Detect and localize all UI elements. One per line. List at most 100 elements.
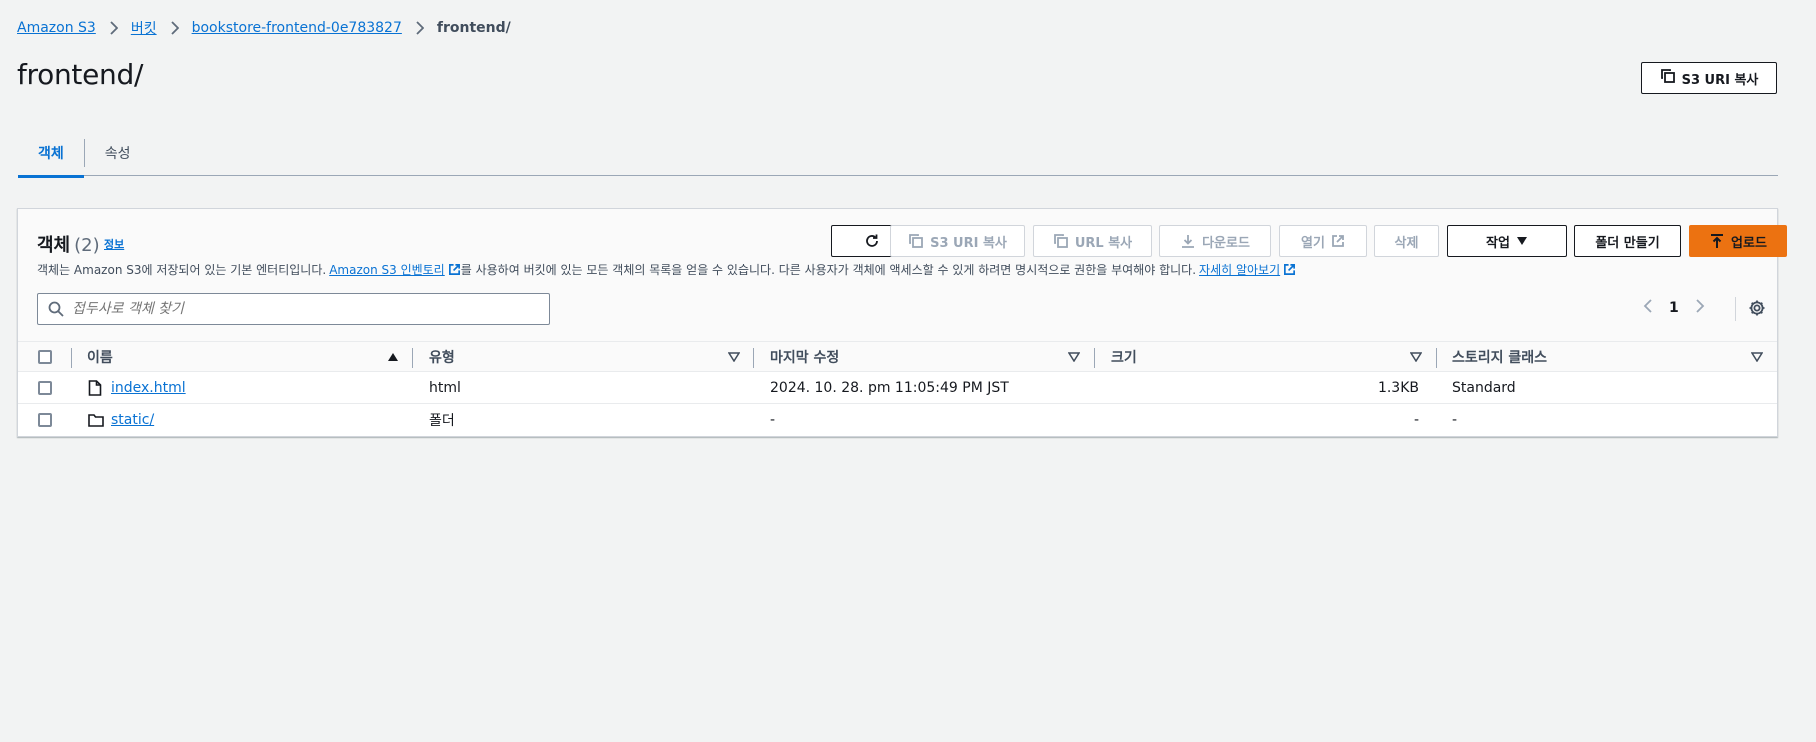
- download-label: 다운로드: [1202, 235, 1250, 251]
- chevron-right-icon: [109, 21, 118, 35]
- copy-icon: [1660, 68, 1676, 88]
- settings-gear-icon[interactable]: [1748, 299, 1766, 321]
- copy-url-label: URL 복사: [1074, 235, 1133, 251]
- inventory-link[interactable]: Amazon S3 인벤토리: [329, 261, 461, 278]
- actions-label: 작업: [1486, 235, 1510, 251]
- sort-icon[interactable]: [1751, 352, 1763, 362]
- next-page-icon[interactable]: [1695, 299, 1705, 317]
- breadcrumb-amazon-s3[interactable]: Amazon S3: [17, 20, 96, 36]
- upload-icon: [1711, 234, 1724, 248]
- select-all-checkbox[interactable]: [38, 342, 52, 371]
- open-label: 열기: [1301, 235, 1325, 251]
- column-divider[interactable]: [753, 348, 754, 368]
- chevron-right-icon: [170, 21, 179, 35]
- description-middle: 를 사용하여 버킷에 있는 모든 객체의 목록을 얻을 수 있습니다. 다른 사…: [460, 263, 1197, 277]
- row-checkbox[interactable]: [38, 372, 52, 403]
- chevron-right-icon: [415, 21, 424, 35]
- copy-s3-uri-label: S3 URI 복사: [930, 235, 1007, 251]
- breadcrumb: Amazon S3 버킷 bookstore-frontend-0e783827…: [17, 18, 511, 38]
- external-link-icon: [1284, 264, 1296, 275]
- object-last-modified: -: [770, 412, 776, 428]
- open-button[interactable]: 열기: [1279, 225, 1367, 257]
- table-row: index.html html 2024. 10. 28. pm 11:05:4…: [18, 372, 1777, 404]
- pagination: 1: [1643, 299, 1705, 317]
- download-icon: [1182, 235, 1195, 248]
- file-icon: [88, 372, 102, 403]
- objects-panel-header: 객체 (2) 정보 객체는 Amazon S3에 저장되어 있는 기본 엔터티입니…: [18, 209, 1787, 341]
- info-link[interactable]: 정보: [104, 236, 124, 252]
- search-icon: [48, 301, 64, 317]
- actions-dropdown-button[interactable]: 작업: [1447, 225, 1567, 257]
- object-name-link[interactable]: static/: [111, 412, 154, 428]
- delete-label: 삭제: [1394, 235, 1419, 251]
- sort-icon[interactable]: [1068, 352, 1080, 362]
- inventory-link-label: Amazon S3 인벤토리: [329, 263, 445, 277]
- page-title: frontend/: [17, 58, 144, 91]
- object-last-modified: 2024. 10. 28. pm 11:05:49 PM JST: [770, 379, 1009, 396]
- checkbox[interactable]: [38, 349, 52, 364]
- objects-count: (2): [74, 235, 100, 256]
- row-checkbox[interactable]: [38, 404, 52, 436]
- tab-properties-label: 속성: [104, 146, 131, 162]
- copy-s3-uri-button[interactable]: S3 URI 복사: [890, 225, 1025, 257]
- external-link-icon: [448, 264, 460, 275]
- checkbox[interactable]: [38, 380, 52, 395]
- sort-ascending-icon[interactable]: [387, 352, 399, 362]
- upload-button[interactable]: 업로드: [1689, 225, 1787, 257]
- object-type: html: [429, 379, 461, 396]
- breadcrumb-current: frontend/: [436, 20, 511, 36]
- column-header-name[interactable]: 이름: [87, 342, 113, 371]
- delete-button[interactable]: 삭제: [1374, 225, 1439, 257]
- column-divider: [71, 348, 72, 368]
- object-size: -: [1413, 412, 1419, 428]
- sort-icon[interactable]: [728, 352, 740, 362]
- create-folder-button[interactable]: 폴더 만들기: [1574, 225, 1681, 257]
- object-storage-class: Standard: [1452, 379, 1516, 396]
- external-link-icon: [1332, 235, 1344, 247]
- tab-objects-label: 객체: [38, 146, 64, 162]
- tab-list: 객체 속성: [18, 130, 1778, 178]
- object-storage-class: -: [1452, 412, 1458, 428]
- learn-more-link[interactable]: 자세히 알아보기: [1199, 261, 1296, 278]
- tab-objects[interactable]: 객체: [18, 130, 84, 178]
- object-size: 1.3KB: [1377, 379, 1419, 396]
- column-divider[interactable]: [412, 348, 413, 368]
- caret-down-icon: [1516, 237, 1527, 245]
- objects-panel-title: 객체 (2): [37, 231, 100, 257]
- column-header-size[interactable]: 크기: [1111, 342, 1137, 371]
- object-type: 폴더: [429, 413, 455, 429]
- upload-label: 업로드: [1731, 235, 1767, 251]
- objects-title-text: 객체: [37, 235, 71, 256]
- description-prefix: 객체는 Amazon S3에 저장되어 있는 기본 엔터티입니다.: [37, 263, 327, 277]
- object-name-link[interactable]: index.html: [111, 380, 186, 396]
- checkbox[interactable]: [38, 413, 52, 427]
- column-divider[interactable]: [1436, 348, 1437, 368]
- column-header-type[interactable]: 유형: [429, 342, 455, 371]
- prev-page-icon[interactable]: [1643, 299, 1653, 317]
- sort-icon[interactable]: [1410, 352, 1422, 362]
- page-number[interactable]: 1: [1669, 300, 1679, 316]
- column-header-storage-class[interactable]: 스토리지 클래스: [1452, 342, 1547, 371]
- settings-divider: [1735, 297, 1736, 321]
- copy-s3-uri-header-button[interactable]: S3 URI 복사: [1641, 62, 1777, 94]
- search-field[interactable]: [37, 293, 550, 325]
- folder-icon: [88, 404, 104, 436]
- download-button[interactable]: 다운로드: [1159, 225, 1271, 257]
- breadcrumb-buckets[interactable]: 버킷: [131, 18, 157, 38]
- table-row: static/ 폴더 - - -: [18, 404, 1777, 436]
- column-header-last-modified[interactable]: 마지막 수정: [770, 342, 839, 371]
- copy-icon: [1053, 234, 1068, 248]
- create-folder-label: 폴더 만들기: [1595, 235, 1660, 251]
- learn-more-label: 자세히 알아보기: [1199, 263, 1281, 277]
- copy-url-button[interactable]: URL 복사: [1033, 225, 1152, 257]
- breadcrumb-bucket-name[interactable]: bookstore-frontend-0e783827: [192, 20, 402, 36]
- copy-s3-uri-header-label: S3 URI 복사: [1681, 72, 1759, 88]
- tab-properties[interactable]: 속성: [85, 130, 151, 176]
- objects-table: 이름 유형 마지막 수정 크기 스토리지 클래스 index.html html…: [18, 341, 1777, 436]
- objects-panel: 객체 (2) 정보 객체는 Amazon S3에 저장되어 있는 기본 엔터티입니…: [17, 208, 1787, 437]
- refresh-icon: [866, 234, 878, 247]
- table-header: 이름 유형 마지막 수정 크기 스토리지 클래스: [18, 341, 1777, 372]
- objects-description: 객체는 Amazon S3에 저장되어 있는 기본 엔터티입니다. Amazon…: [37, 261, 1296, 278]
- column-divider[interactable]: [1094, 348, 1095, 368]
- search-input[interactable]: [72, 301, 532, 317]
